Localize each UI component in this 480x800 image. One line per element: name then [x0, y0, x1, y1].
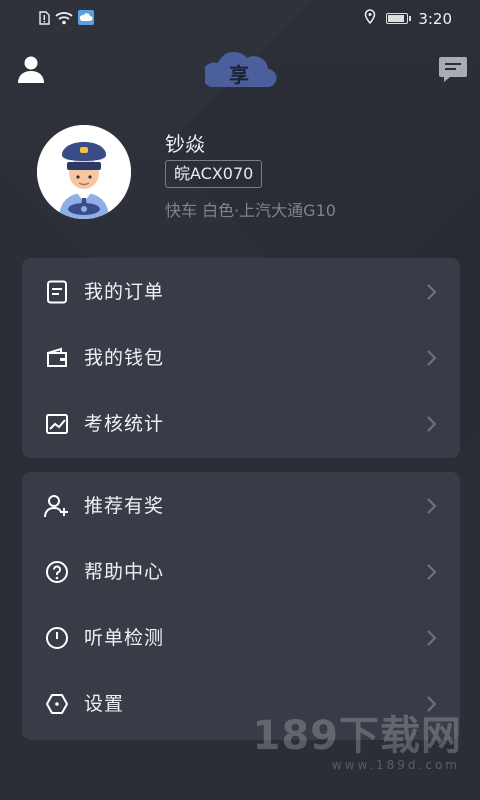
- chevron-right-icon: [426, 563, 438, 581]
- menu-item-label: 设置: [84, 693, 125, 715]
- wifi-icon: [55, 10, 73, 29]
- sim-alert-icon: [38, 10, 50, 29]
- chevron-right-icon: [426, 349, 438, 367]
- menu-item-label: 听单检测: [84, 627, 165, 649]
- watermark-url: www.189d.com: [331, 758, 460, 772]
- logo-text: 享: [229, 63, 249, 87]
- menu-item-my-wallet[interactable]: 我的钱包: [22, 325, 460, 391]
- menu-item-label: 推荐有奖: [84, 495, 165, 517]
- driver-avatar[interactable]: [37, 125, 131, 219]
- order-list-icon: [44, 279, 70, 305]
- app-logo: 享: [205, 50, 277, 90]
- status-bar: 3:20: [0, 0, 480, 36]
- settings-hexagon-icon: [44, 691, 70, 717]
- cloud-app-icon: [78, 10, 94, 29]
- menu-item-label: 我的钱包: [84, 347, 165, 369]
- clock-check-icon: [44, 625, 70, 651]
- menu-item-label: 考核统计: [84, 413, 165, 435]
- menu-item-statistics[interactable]: 考核统计: [22, 391, 460, 457]
- menu-item-referral-reward[interactable]: 推荐有奖: [22, 473, 460, 539]
- statistics-chart-icon: [44, 411, 70, 437]
- menu-item-help-center[interactable]: 帮助中心: [22, 539, 460, 605]
- wallet-icon: [44, 345, 70, 371]
- license-plate-badge: 皖ACX070: [165, 160, 263, 188]
- chevron-right-icon: [426, 497, 438, 515]
- watermark-title: 189下载网: [252, 713, 462, 759]
- menu-item-label: 我的订单: [84, 281, 165, 303]
- menu-item-my-orders[interactable]: 我的订单: [22, 259, 460, 325]
- menu-item-order-detection[interactable]: 听单检测: [22, 605, 460, 671]
- help-question-icon: [44, 559, 70, 585]
- menu-item-label: 帮助中心: [84, 561, 165, 583]
- chevron-right-icon: [426, 415, 438, 433]
- chevron-right-icon: [426, 629, 438, 647]
- menu-card-secondary: 推荐有奖 帮助中心 听单检测 设置: [22, 472, 460, 740]
- chevron-right-icon: [426, 695, 438, 713]
- driver-profile[interactable]: 钞焱 皖ACX070 快车 白色·上汽大通G10: [37, 125, 457, 225]
- user-profile-icon[interactable]: [14, 52, 48, 86]
- location-icon: [364, 9, 376, 28]
- add-user-icon: [44, 493, 70, 519]
- chevron-right-icon: [426, 283, 438, 301]
- message-icon[interactable]: [437, 54, 469, 84]
- watermark: 189下载网 www.189d.com: [253, 714, 463, 772]
- battery-icon: [386, 13, 412, 24]
- status-time: 3:20: [418, 9, 452, 28]
- car-info: 快车 白色·上汽大通G10: [165, 201, 336, 220]
- driver-name: 钞焱: [165, 132, 205, 156]
- menu-card-primary: 我的订单 我的钱包 考核统计: [22, 258, 460, 458]
